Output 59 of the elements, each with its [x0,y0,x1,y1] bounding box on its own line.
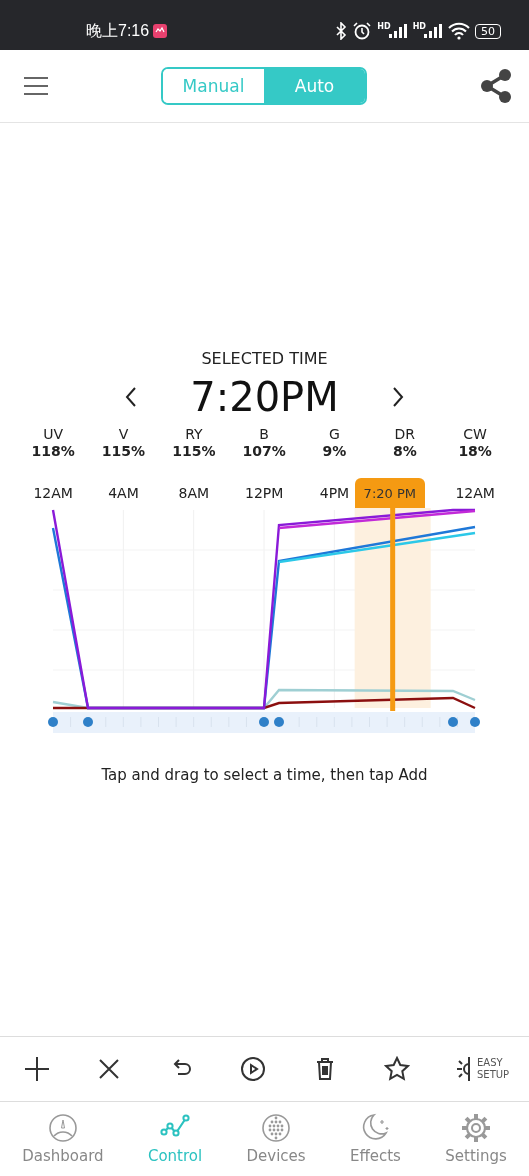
channel-value: 107% [241,443,287,460]
axis-label[interactable]: 8AM [178,485,210,501]
dotted-circle-icon [261,1113,292,1143]
half-sun-icon [456,1056,471,1082]
chevron-left-icon[interactable] [124,386,139,408]
network-type-label: HD [377,23,391,31]
channel-value: 9% [321,443,348,460]
favorite-button[interactable] [384,1056,410,1082]
menu-icon[interactable] [23,76,49,96]
nav-item[interactable]: Dashboard [22,1113,104,1165]
wifi-icon [448,22,470,40]
gauge-icon [47,1113,78,1143]
channel-name: UV [42,426,65,443]
section-heading: SELECTED TIME [200,349,329,368]
axis-label[interactable]: 12AM [33,485,73,501]
share-icon[interactable] [479,68,513,104]
add-button[interactable] [24,1056,50,1082]
channel-value: 18% [457,443,493,460]
channel-name: B [258,426,270,443]
star-icon [384,1056,410,1082]
keyframe-dot[interactable] [470,717,480,727]
axis-label[interactable]: 12AM [455,485,495,501]
timeline-track[interactable] [53,712,475,733]
axis-label[interactable]: 4PM [319,485,350,501]
settings-icon [461,1113,492,1143]
add-icon [24,1056,50,1082]
network-type-label: HD [412,23,426,31]
alarm-icon [352,22,373,40]
channel-name: G [328,426,341,443]
channel-value: 115% [100,443,147,460]
moon-icon [360,1113,391,1143]
nav-item[interactable]: Devices [246,1113,306,1165]
clock-time: 晚上7:16 [86,20,150,41]
selected-time: 7:20PM [190,374,339,420]
keyframe-dot[interactable] [259,717,269,727]
axis-label[interactable]: 12PM [244,485,284,501]
nav-item[interactable]: Effects [349,1113,401,1165]
battery-indicator: 50 [475,23,501,39]
axis-label[interactable]: 4AM [108,485,139,501]
easy-setup-button[interactable]: EASY SETUP [456,1056,517,1082]
chevron-right-icon[interactable] [390,386,405,408]
keyframe-dot[interactable] [48,717,58,727]
app-notification-icon [152,23,169,39]
play-button[interactable] [240,1056,266,1082]
channel-name: CW [462,426,488,443]
nav-item[interactable]: Settings [445,1113,507,1165]
channel-value: 8% [391,443,418,460]
play-icon [240,1056,266,1082]
channel-name: DR [393,426,417,443]
channel-name: V [117,426,130,443]
time-cursor-label[interactable]: 7:20 PM [354,478,425,508]
keyframe-dot[interactable] [448,717,458,727]
channel-name: RY [184,426,204,443]
keyframe-dot[interactable] [83,717,93,727]
channel-value: 118% [30,443,76,460]
hint-text: Tap and drag to select a time, then tap Add [100,766,429,784]
channel-value: 115% [171,443,217,460]
bluetooth-icon [335,22,348,40]
keyframe-dot[interactable] [274,717,284,727]
